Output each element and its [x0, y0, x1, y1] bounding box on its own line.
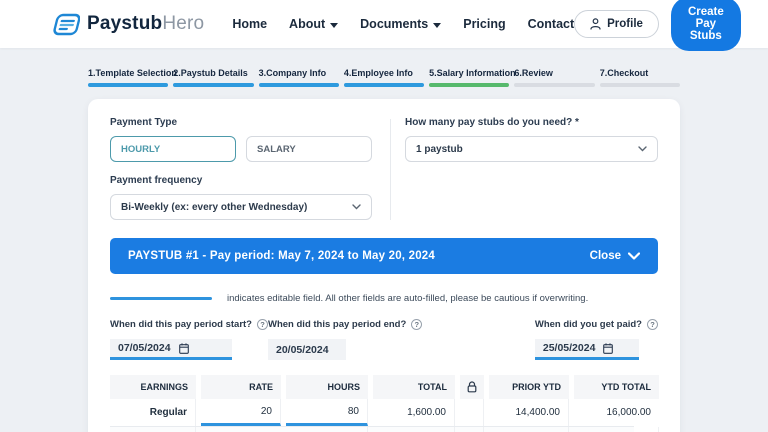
hours-input-cell[interactable]: 80: [286, 399, 368, 426]
gross-total-cell: 1,600.00: [373, 427, 455, 432]
rate-input-cell[interactable]: 20: [201, 399, 281, 426]
pay-period-end-block: When did this pay period end? ? 20/05/20…: [268, 319, 423, 360]
step-progress-bar: [173, 83, 254, 87]
nav-item-pricing[interactable]: Pricing: [463, 17, 505, 31]
nav-item-contact[interactable]: Contact: [528, 17, 575, 31]
payment-settings-row: Payment Type HOURLY SALARY Payment frequ…: [110, 117, 658, 220]
chevron-down-icon: [628, 252, 640, 260]
header-total: TOTAL: [373, 375, 455, 399]
header-earnings: EARNINGS: [110, 375, 196, 399]
editable-note-text: indicates editable field. All other fiel…: [227, 293, 589, 304]
step-paystub-details[interactable]: 2.Paystub Details: [173, 68, 254, 87]
nav-links: Home About Documents Pricing Contact: [232, 17, 574, 31]
editable-underline-sample: [110, 296, 212, 301]
payment-type-salary-button[interactable]: SALARY: [246, 136, 372, 162]
chevron-down-icon: [433, 22, 442, 28]
step-progress-bar: [343, 83, 425, 87]
gross-ytd-total-cell: 16,000.00: [574, 427, 659, 432]
payment-type-label: Payment Type: [110, 117, 178, 128]
empty-cell: [110, 427, 196, 432]
step-progress-bar: [514, 83, 595, 87]
help-icon[interactable]: ?: [256, 319, 268, 330]
paystub-1-header-bar[interactable]: PAYSTUB #1 - Pay period: May 7, 2024 to …: [110, 238, 658, 274]
pay-date-block: When did you get paid? ? 25/05/2024: [534, 319, 658, 360]
gross-prior-ytd-cell: 14,400.00: [489, 427, 569, 432]
nav-item-home[interactable]: Home: [232, 17, 267, 31]
earnings-name-cell: Regular: [110, 399, 196, 426]
step-progress-bar: [429, 83, 510, 87]
earnings-table: EARNINGS RATE HOURS TOTAL PRIOR YTD YTD …: [110, 375, 659, 432]
paystubhero-logo-icon: [50, 12, 80, 37]
ytd-total-cell: 16,000.00: [606, 407, 652, 418]
nav-item-about[interactable]: About: [289, 17, 339, 31]
salary-information-card: Payment Type HOURLY SALARY Payment frequ…: [88, 99, 680, 432]
header-hours: HOURS: [286, 375, 368, 399]
total-cell: 1,600.00: [373, 399, 455, 426]
earnings-table-header: EARNINGS RATE HOURS TOTAL PRIOR YTD YTD …: [110, 375, 659, 399]
step-company-info[interactable]: 3.Company Info: [258, 68, 339, 87]
header-prior-ytd: PRIOR YTD: [489, 375, 569, 399]
lock-column-spacer: [460, 427, 484, 432]
step-template-selection[interactable]: 1.Template Selection: [88, 68, 177, 87]
create-pay-stubs-button[interactable]: Create Pay Stubs: [670, 0, 741, 51]
payment-frequency-select[interactable]: Bi-Weekly (ex: every other Wednesday): [110, 194, 372, 220]
pay-date-input[interactable]: 25/05/2024: [534, 339, 639, 360]
step-progress-bar: [258, 83, 339, 87]
pay-period-start-input[interactable]: 07/05/2024: [110, 339, 232, 360]
stub-count-label: How many pay stubs do you need? *: [405, 117, 579, 128]
step-salary-information[interactable]: 5.Salary Information: [429, 68, 516, 87]
nav-right-group: Profile Create Pay Stubs: [574, 0, 741, 51]
pay-period-start-block: When did this pay period start? ? 07/05/…: [110, 319, 268, 360]
pay-date-question: When did you get paid?: [534, 319, 642, 330]
payment-frequency-label: Payment frequency: [110, 175, 203, 186]
paystub-title: PAYSTUB #1 - Pay period: May 7, 2024 to …: [128, 250, 435, 262]
person-icon: [590, 18, 601, 30]
gross-pay-row: GROSS PAY(Before Taxes) 1,600.00 14,400.…: [110, 426, 659, 432]
step-checkout[interactable]: 7.Checkout: [599, 68, 680, 87]
brand-logo[interactable]: PaystubHero: [50, 12, 204, 37]
stub-count-select[interactable]: 1 paystub: [405, 136, 658, 162]
prior-ytd-cell: 14,400.00: [489, 399, 569, 426]
chevron-down-icon: [638, 146, 647, 152]
profile-button[interactable]: Profile: [574, 10, 659, 38]
lock-column-spacer: [460, 399, 484, 426]
vertical-divider: [390, 119, 391, 220]
pay-period-end-question: When did this pay period end?: [268, 319, 407, 330]
payment-settings-left: Payment Type HOURLY SALARY Payment frequ…: [110, 117, 372, 220]
nav-item-documents[interactable]: Documents: [360, 17, 442, 31]
paystub-collapse-toggle[interactable]: Close: [590, 250, 640, 262]
brand-name: PaystubHero: [87, 13, 205, 34]
gross-pay-label: GROSS PAY(Before Taxes): [201, 427, 368, 432]
pay-period-dates-row: When did this pay period start? ? 07/05/…: [110, 319, 658, 360]
top-navbar: PaystubHero Home About Documents Pricing…: [0, 0, 768, 51]
help-icon[interactable]: ?: [411, 319, 423, 330]
step-employee-info[interactable]: 4.Employee Info: [343, 68, 425, 87]
payment-settings-right: How many pay stubs do you need? * 1 pays…: [405, 117, 658, 220]
pay-period-start-question: When did this pay period start?: [110, 319, 252, 330]
calendar-icon[interactable]: [178, 342, 189, 354]
step-progress-bar: [88, 83, 169, 87]
calendar-icon[interactable]: [603, 342, 614, 354]
step-indicator: 1.Template Selection 2.Paystub Details 3…: [88, 68, 680, 87]
header-rate: RATE: [201, 375, 281, 399]
help-icon[interactable]: ?: [647, 319, 658, 330]
chevron-down-icon: [352, 204, 361, 210]
header-ytd-total: YTD TOTAL: [574, 375, 659, 399]
table-row-regular: Regular 20 80 1,600.00 14,400.00 16,000.…: [110, 399, 651, 426]
chevron-down-icon: [330, 22, 339, 28]
lock-icon: [460, 375, 484, 399]
step-review[interactable]: 6.Review: [514, 68, 595, 87]
pay-period-end-value: 20/05/2024: [268, 339, 346, 360]
payment-type-hourly-button[interactable]: HOURLY: [110, 136, 236, 162]
editable-field-note: indicates editable field. All other fiel…: [110, 293, 658, 304]
step-progress-bar: [599, 83, 680, 87]
